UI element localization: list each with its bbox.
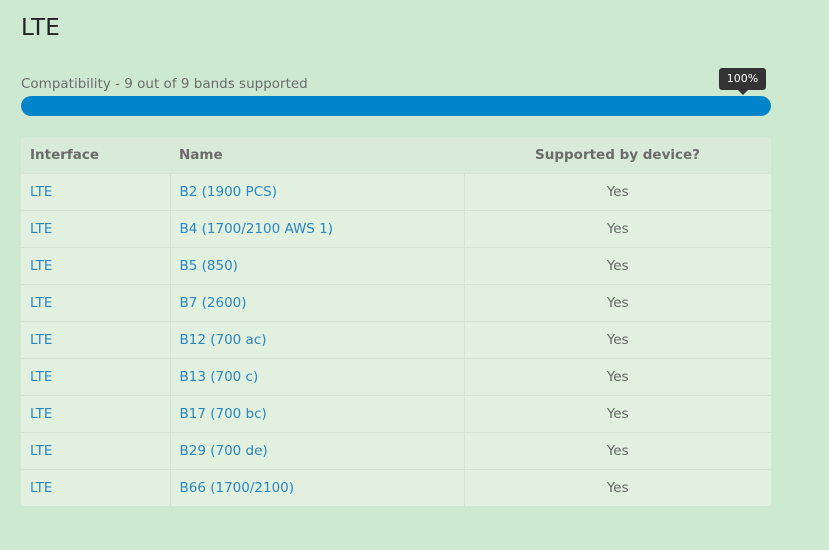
table-row: LTE B29 (700 de) Yes	[21, 432, 771, 470]
band-name-link[interactable]: B13 (700 c)	[180, 369, 259, 385]
compatibility-progress-bar	[21, 96, 771, 116]
interface-link[interactable]: LTE	[30, 443, 52, 459]
cell-name: B4 (1700/2100 AWS 1)	[169, 210, 464, 248]
cell-name: B29 (700 de)	[169, 432, 464, 470]
progress-fill	[21, 96, 771, 116]
interface-link[interactable]: LTE	[30, 184, 52, 200]
table-row: LTE B17 (700 bc) Yes	[21, 395, 771, 433]
page: LTE Compatibility - 9 out of 9 bands sup…	[0, 0, 829, 550]
band-name-link[interactable]: B66 (1700/2100)	[180, 480, 295, 496]
table-row: LTE B5 (850) Yes	[21, 247, 771, 285]
cell-interface: LTE	[21, 469, 170, 506]
header-name: Name	[170, 137, 464, 174]
cell-supported: Yes	[463, 284, 771, 322]
bands-table: Interface Name Supported by device? LTE B…	[21, 137, 771, 506]
cell-interface: LTE	[21, 358, 170, 396]
cell-interface: LTE	[21, 432, 170, 470]
cell-supported: Yes	[463, 395, 771, 433]
cell-name: B66 (1700/2100)	[169, 469, 464, 506]
table-row: LTE B2 (1900 PCS) Yes	[21, 173, 771, 211]
cell-name: B7 (2600)	[169, 284, 464, 322]
band-name-link[interactable]: B5 (850)	[180, 258, 238, 274]
cell-interface: LTE	[21, 321, 170, 359]
interface-link[interactable]: LTE	[30, 258, 52, 274]
band-name-link[interactable]: B17 (700 bc)	[180, 406, 267, 422]
cell-supported: Yes	[463, 210, 771, 248]
cell-interface: LTE	[21, 395, 170, 433]
interface-link[interactable]: LTE	[30, 480, 52, 496]
band-name-link[interactable]: B4 (1700/2100 AWS 1)	[180, 221, 334, 237]
section-title: LTE	[21, 15, 61, 41]
interface-link[interactable]: LTE	[30, 369, 52, 385]
cell-name: B17 (700 bc)	[169, 395, 464, 433]
band-name-link[interactable]: B29 (700 de)	[180, 443, 268, 459]
cell-interface: LTE	[21, 210, 170, 248]
cell-interface: LTE	[21, 284, 170, 322]
cell-name: B13 (700 c)	[169, 358, 464, 396]
band-name-link[interactable]: B12 (700 ac)	[180, 332, 267, 348]
cell-interface: LTE	[21, 247, 170, 285]
table-row: LTE B13 (700 c) Yes	[21, 358, 771, 396]
header-supported: Supported by device?	[464, 137, 771, 174]
interface-link[interactable]: LTE	[30, 221, 52, 237]
cell-supported: Yes	[463, 321, 771, 359]
compatibility-label: Compatibility - 9 out of 9 bands support…	[21, 76, 308, 92]
interface-link[interactable]: LTE	[30, 332, 52, 348]
cell-name: B2 (1900 PCS)	[169, 173, 464, 211]
table-row: LTE B12 (700 ac) Yes	[21, 321, 771, 359]
cell-supported: Yes	[463, 469, 771, 506]
cell-supported: Yes	[463, 358, 771, 396]
table-row: LTE B4 (1700/2100 AWS 1) Yes	[21, 210, 771, 248]
band-name-link[interactable]: B2 (1900 PCS)	[180, 184, 277, 200]
interface-link[interactable]: LTE	[30, 295, 52, 311]
cell-interface: LTE	[21, 173, 170, 211]
cell-name: B5 (850)	[169, 247, 464, 285]
table-row: LTE B7 (2600) Yes	[21, 284, 771, 322]
cell-name: B12 (700 ac)	[169, 321, 464, 359]
progress-tooltip: 100%	[719, 68, 766, 95]
cell-supported: Yes	[463, 247, 771, 285]
interface-link[interactable]: LTE	[30, 406, 52, 422]
cell-supported: Yes	[463, 432, 771, 470]
band-name-link[interactable]: B7 (2600)	[180, 295, 247, 311]
table-row: LTE B66 (1700/2100) Yes	[21, 469, 771, 506]
table-header-row: Interface Name Supported by device?	[21, 137, 771, 174]
header-interface: Interface	[21, 137, 170, 174]
cell-supported: Yes	[463, 173, 771, 211]
